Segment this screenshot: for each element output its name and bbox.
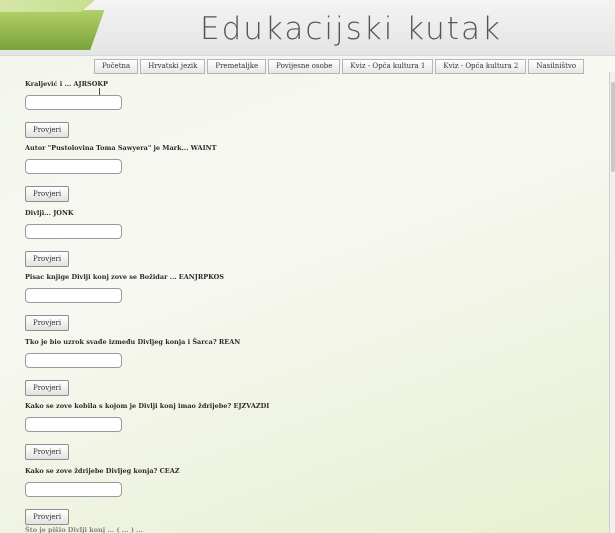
question-text: Kako se zove kobila s kojom je Divlji ko… (25, 402, 270, 410)
nav-item-nasilnistvo[interactable]: Nasilništvo (528, 59, 585, 74)
nav-item-kviz-2[interactable]: Kviz - Opća kultura 2 (435, 59, 527, 74)
answer-input[interactable] (25, 482, 122, 497)
answer-input[interactable] (25, 159, 122, 174)
nav-item-kviz-1[interactable]: Kviz - Opća kultura 1 (342, 59, 434, 74)
nav-item-pocetna[interactable]: Početna (94, 59, 139, 74)
nav-item-povijesne-osobe[interactable]: Povijesne osobe (268, 59, 341, 74)
answer-input[interactable] (25, 288, 122, 303)
site-header: Edukacijski kutak (0, 0, 615, 56)
nav-item-hrvatski-jezik[interactable]: Hrvatski jezik (140, 59, 206, 74)
answer-input[interactable] (25, 353, 122, 368)
main-navigation: Početna Hrvatski jezik Premetaljke Povij… (94, 59, 585, 74)
check-button[interactable]: Provjeri (25, 186, 70, 202)
check-button[interactable]: Provjeri (25, 380, 70, 396)
header-green-decoration (0, 10, 105, 50)
check-button[interactable]: Provjeri (25, 251, 70, 267)
question-text: Kako se zove ždrijebe Divljeg konja? CEA… (25, 467, 180, 475)
scrollbar-thumb[interactable] (611, 82, 615, 172)
scrollbar[interactable] (609, 72, 615, 533)
check-button[interactable]: Provjeri (25, 444, 70, 460)
question-block: Kraljević i ... AJRSOKP Provjeri (25, 80, 122, 138)
answer-input[interactable] (25, 95, 122, 110)
question-block: Tko je bio uzrok svađe između Divljeg ko… (25, 338, 241, 396)
text-cursor-icon: I (98, 87, 101, 98)
site-title: Edukacijski kutak (200, 11, 502, 47)
question-block: Pisac knjige Divlji konj zove se Božidar… (25, 273, 224, 331)
question-block: Kako se zove kobila s kojom je Divlji ko… (25, 402, 270, 460)
question-text: Tko je bio uzrok svađe između Divljeg ko… (25, 338, 241, 346)
partial-question-text: Što je pišio Divlji konj ... ( ... ) ... (25, 526, 143, 533)
question-block: Divlji... JONK Provjeri (25, 209, 122, 267)
question-text: Pisac knjige Divlji konj zove se Božidar… (25, 273, 224, 281)
question-text: Kraljević i ... AJRSOKP (25, 80, 108, 88)
nav-item-premetaljke[interactable]: Premetaljke (207, 59, 267, 74)
check-button[interactable]: Provjeri (25, 122, 70, 138)
question-block: Autor "Pustolovina Toma Sawyera" je Mark… (25, 144, 217, 202)
answer-input[interactable] (25, 224, 122, 239)
question-text: Divlji... JONK (25, 209, 74, 217)
question-block: Kako se zove ždrijebe Divljeg konja? CEA… (25, 467, 180, 525)
header-green-highlight (0, 0, 95, 12)
check-button[interactable]: Provjeri (25, 509, 70, 525)
question-text: Autor "Pustolovina Toma Sawyera" je Mark… (25, 144, 217, 152)
check-button[interactable]: Provjeri (25, 315, 70, 331)
answer-input[interactable] (25, 417, 122, 432)
